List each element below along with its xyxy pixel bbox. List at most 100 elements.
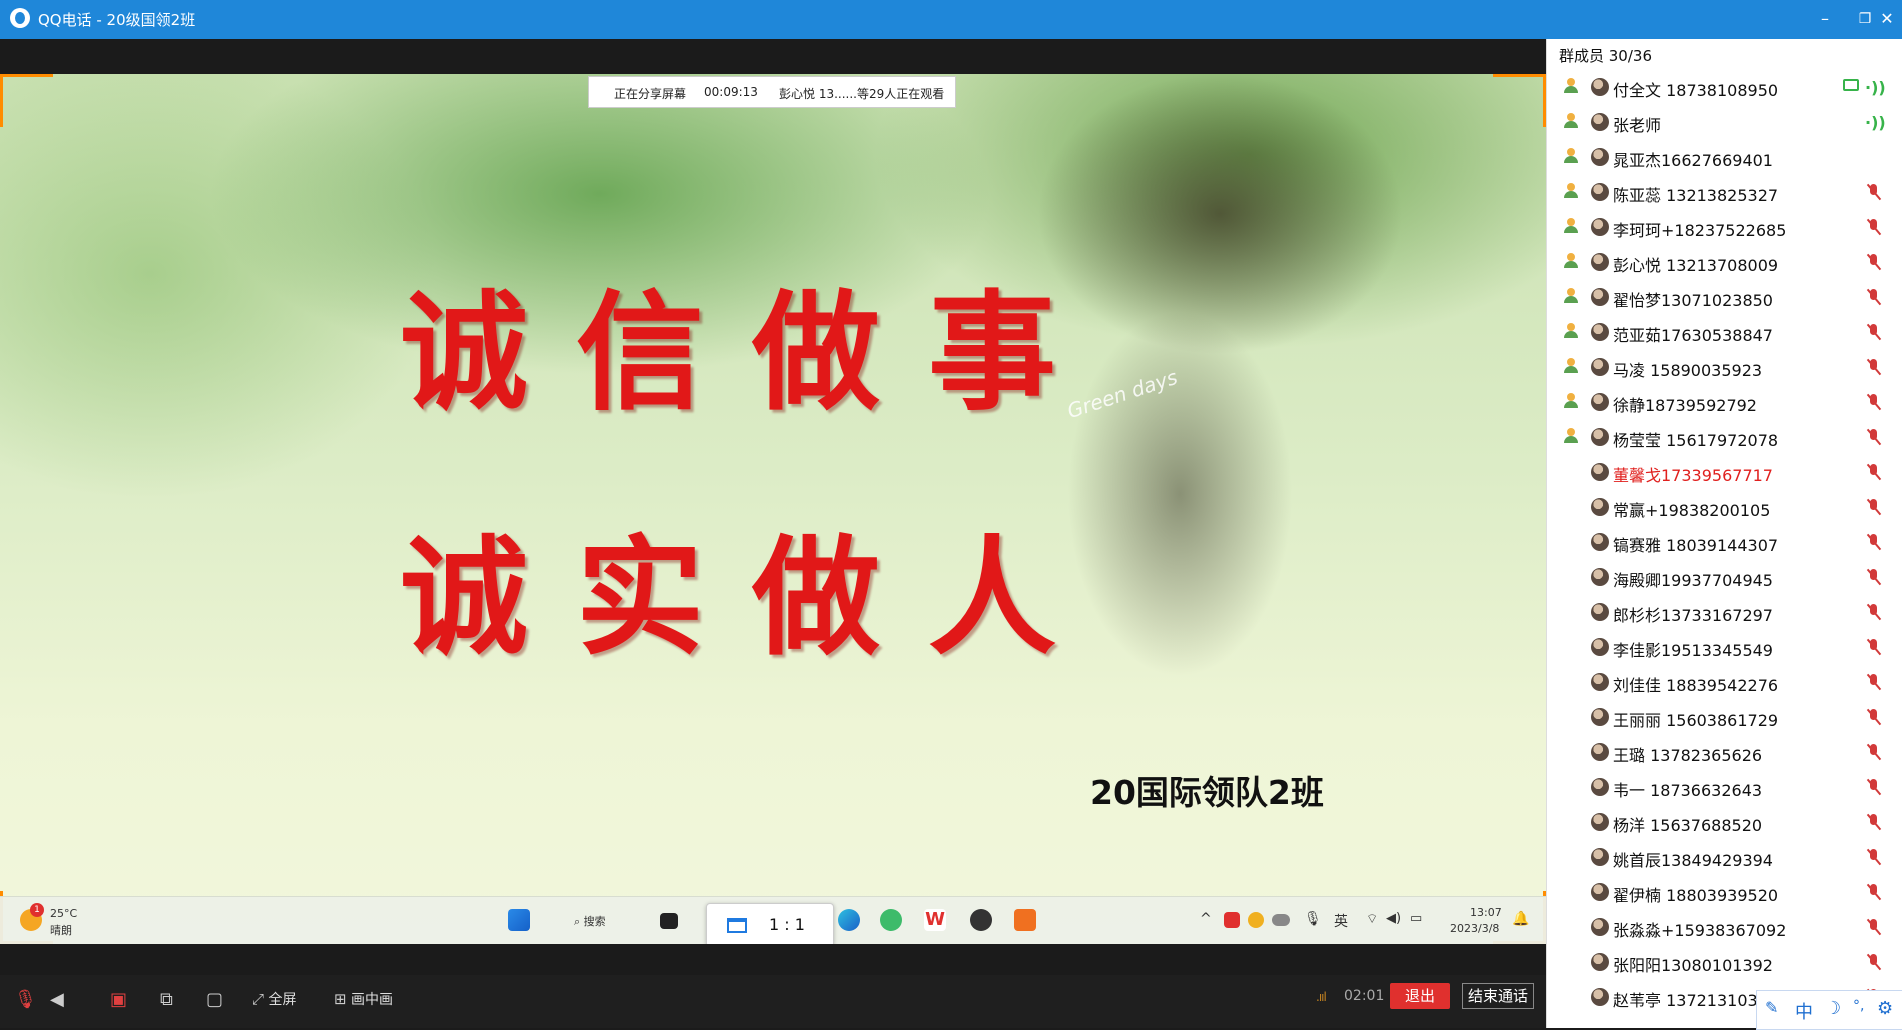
- tray-network-icon[interactable]: ⌔: [1366, 911, 1378, 927]
- share-screen-button[interactable]: ⧉: [160, 989, 173, 1010]
- stop-share-button[interactable]: ▢: [206, 989, 223, 1010]
- member-row[interactable]: 王璐 13782365626: [1547, 734, 1902, 769]
- notification-bell-icon[interactable]: 🔔: [1512, 911, 1529, 927]
- member-row[interactable]: 杨莹莹 15617972078: [1547, 419, 1902, 454]
- member-row[interactable]: 马凌 15890035923: [1547, 349, 1902, 384]
- minimize-button[interactable]: –: [1810, 6, 1840, 32]
- clock-time[interactable]: 13:07: [1470, 906, 1502, 919]
- ime-punct-icon[interactable]: °,: [1853, 998, 1864, 1014]
- ime-toolbar[interactable]: ✎ 中 ☽ °, ⚙: [1756, 990, 1902, 1030]
- end-call-button[interactable]: 结束通话: [1462, 983, 1534, 1009]
- avatar: [1591, 323, 1609, 341]
- mic-muted-icon[interactable]: [1865, 358, 1883, 376]
- member-row[interactable]: 刘佳佳 18839542276: [1547, 664, 1902, 699]
- member-row[interactable]: 晁亚杰16627669401: [1547, 139, 1902, 174]
- mic-muted-icon[interactable]: [1865, 813, 1883, 831]
- ime-lang-toggle[interactable]: 中: [1795, 998, 1813, 1024]
- mic-muted-icon[interactable]: [1865, 953, 1883, 971]
- member-name: 张老师: [1613, 116, 1662, 135]
- member-row[interactable]: 杨洋 15637688520: [1547, 804, 1902, 839]
- close-button[interactable]: ✕: [1872, 6, 1902, 32]
- mic-muted-icon[interactable]: [1865, 498, 1883, 516]
- share-frame-corner: [0, 74, 53, 127]
- exit-call-button[interactable]: 退出: [1390, 983, 1450, 1009]
- member-row[interactable]: 翟伊楠 18803939520: [1547, 874, 1902, 909]
- tray-mic-icon[interactable]: 🎙: [1304, 911, 1322, 927]
- member-row[interactable]: 海殿卿19937704945: [1547, 559, 1902, 594]
- mic-muted-icon[interactable]: [1865, 568, 1883, 586]
- clock-date[interactable]: 2023/3/8: [1450, 922, 1499, 935]
- qq-call-logo-icon: [10, 8, 30, 28]
- windows-start-icon[interactable]: [508, 909, 530, 931]
- member-row[interactable]: 李珂珂+18237522685: [1547, 209, 1902, 244]
- member-row[interactable]: 镐赛雅 18039144307: [1547, 524, 1902, 559]
- mic-active-icon[interactable]: ·)): [1865, 113, 1886, 132]
- app-avatar-icon[interactable]: [970, 909, 992, 931]
- tray-app-icon[interactable]: [1224, 912, 1240, 928]
- member-status-icon: [1563, 253, 1579, 269]
- tray-speaker-icon[interactable]: ◀): [1386, 911, 1401, 926]
- ime-edit-icon[interactable]: ✎: [1765, 998, 1778, 1017]
- zoom-ratio-popup[interactable]: 1 : 1: [706, 903, 834, 944]
- media-player-icon[interactable]: [1014, 909, 1036, 931]
- member-row[interactable]: 张淼淼+15938367092: [1547, 909, 1902, 944]
- wechat-icon[interactable]: [880, 909, 902, 931]
- ime-language[interactable]: 英: [1334, 911, 1348, 931]
- mic-muted-icon[interactable]: [1865, 673, 1883, 691]
- mic-muted-icon[interactable]: [1865, 638, 1883, 656]
- share-status-label: 正在分享屏幕: [614, 87, 687, 101]
- member-row[interactable]: 郎杉杉13733167297: [1547, 594, 1902, 629]
- wps-office-icon[interactable]: W: [924, 909, 946, 931]
- ime-settings-icon[interactable]: ⚙: [1877, 998, 1893, 1019]
- member-row[interactable]: 常赢+19838200105: [1547, 489, 1902, 524]
- member-row[interactable]: 张阳阳13080101392: [1547, 944, 1902, 979]
- member-row[interactable]: 韦一 18736632643: [1547, 769, 1902, 804]
- window-title: QQ电话 - 20级国领2班: [38, 11, 196, 29]
- speaker-button[interactable]: ◀: [50, 989, 64, 1010]
- avatar: [1591, 253, 1609, 271]
- mic-muted-icon[interactable]: [1865, 463, 1883, 481]
- tray-chevron-icon[interactable]: ^: [1200, 911, 1212, 927]
- mic-muted-icon[interactable]: [1865, 428, 1883, 446]
- mic-muted-icon[interactable]: [1865, 603, 1883, 621]
- member-row[interactable]: 徐静18739592792: [1547, 384, 1902, 419]
- mic-muted-icon[interactable]: [1865, 183, 1883, 201]
- mic-muted-icon[interactable]: [1865, 288, 1883, 306]
- tray-qq-icon[interactable]: [1248, 912, 1264, 928]
- mic-muted-icon[interactable]: [1865, 393, 1883, 411]
- member-row[interactable]: 姚首辰13849429394: [1547, 839, 1902, 874]
- member-row[interactable]: 范亚茹17630538847: [1547, 314, 1902, 349]
- edge-browser-icon[interactable]: [838, 909, 860, 931]
- avatar: [1591, 743, 1609, 761]
- member-status-icon: [1563, 148, 1579, 164]
- ime-moon-icon[interactable]: ☽: [1825, 998, 1841, 1019]
- mic-muted-icon[interactable]: [1865, 743, 1883, 761]
- mic-muted-icon[interactable]: [1865, 883, 1883, 901]
- mic-muted-icon[interactable]: [1865, 533, 1883, 551]
- member-row[interactable]: 王丽丽 15603861729: [1547, 699, 1902, 734]
- taskbar-search[interactable]: ⌕ 搜索: [574, 913, 606, 929]
- mic-muted-icon[interactable]: [1865, 218, 1883, 236]
- member-row[interactable]: 付全文 18738108950 ·)): [1547, 69, 1902, 104]
- mic-muted-icon[interactable]: [1865, 253, 1883, 271]
- mic-active-icon[interactable]: ·)): [1865, 78, 1886, 97]
- mic-muted-icon[interactable]: [1865, 778, 1883, 796]
- fullscreen-button[interactable]: ⤢ 全屏: [252, 989, 296, 1009]
- member-row[interactable]: 董馨戈17339567717: [1547, 454, 1902, 489]
- camera-toggle-button[interactable]: ▣: [110, 989, 127, 1010]
- tray-cloud-icon[interactable]: [1272, 914, 1290, 926]
- member-row[interactable]: 彭心悦 13213708009: [1547, 244, 1902, 279]
- task-view-icon[interactable]: [660, 913, 678, 929]
- member-row[interactable]: 张老师 ·)): [1547, 104, 1902, 139]
- mic-muted-icon[interactable]: [1865, 708, 1883, 726]
- tray-battery-icon[interactable]: ▭: [1410, 911, 1422, 926]
- member-name: 李佳影19513345549: [1613, 641, 1773, 660]
- mic-muted-icon[interactable]: [1865, 848, 1883, 866]
- member-row[interactable]: 陈亚蕊 13213825327: [1547, 174, 1902, 209]
- member-row[interactable]: 翟怡梦13071023850: [1547, 279, 1902, 314]
- pip-button[interactable]: ⊞ 画中画: [334, 989, 393, 1009]
- member-row[interactable]: 李佳影19513345549: [1547, 629, 1902, 664]
- mic-muted-icon[interactable]: [1865, 323, 1883, 341]
- mute-mic-button[interactable]: 🎙: [14, 989, 37, 1010]
- mic-muted-icon[interactable]: [1865, 918, 1883, 936]
